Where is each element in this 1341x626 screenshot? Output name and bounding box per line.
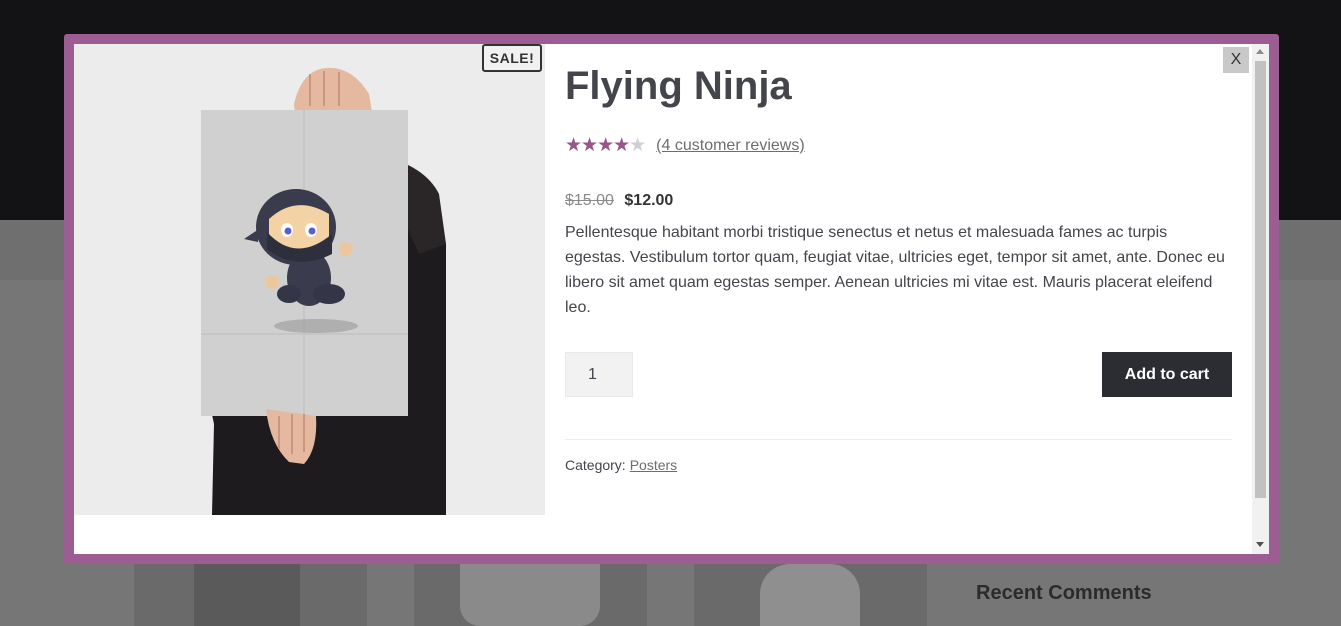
sale-price: $12.00	[624, 192, 674, 209]
bg-product-image	[460, 564, 600, 626]
close-button[interactable]: X	[1223, 47, 1249, 73]
bg-product-card	[414, 564, 647, 626]
scroll-down-arrow-icon[interactable]	[1256, 542, 1264, 547]
divider	[565, 439, 1232, 440]
category-label: Category:	[565, 457, 626, 473]
product-description: Pellentesque habitant morbi tristique se…	[565, 224, 1225, 316]
add-to-cart-button[interactable]: Add to cart	[1102, 352, 1232, 397]
bg-product-image	[194, 564, 300, 626]
ninja-poster-image	[74, 44, 545, 515]
bg-product-image	[760, 564, 860, 626]
sale-badge: SALE!	[482, 44, 542, 72]
category-link[interactable]: Posters	[630, 457, 677, 473]
quantity-input[interactable]	[565, 352, 633, 397]
scroll-up-arrow-icon[interactable]	[1256, 49, 1264, 54]
product-rating: ★★★★★ ★★★★★ (4 customer reviews)	[565, 136, 805, 156]
product-meta: Category: Posters	[565, 457, 677, 473]
product-price: $15.00 $12.00	[565, 192, 673, 210]
product-image	[74, 44, 545, 515]
modal-content: SALE! Flying Ninja ★★★★★ ★★★★★ (4 custom…	[74, 44, 1269, 554]
product-title: Flying Ninja	[565, 64, 792, 108]
star-rating-icon: ★★★★★ ★★★★★	[565, 136, 646, 156]
reviews-link[interactable]: (4 customer reviews)	[656, 137, 804, 155]
quick-view-modal: SALE! Flying Ninja ★★★★★ ★★★★★ (4 custom…	[64, 34, 1279, 564]
widget-title: Recent Comments	[976, 582, 1152, 604]
original-price: $15.00	[565, 192, 614, 209]
scrollbar-thumb[interactable]	[1255, 61, 1266, 498]
bg-product-card	[694, 564, 927, 626]
modal-scrollbar[interactable]	[1252, 44, 1269, 554]
stars-filled: ★★★★★	[565, 136, 630, 156]
bg-product-card	[134, 564, 367, 626]
